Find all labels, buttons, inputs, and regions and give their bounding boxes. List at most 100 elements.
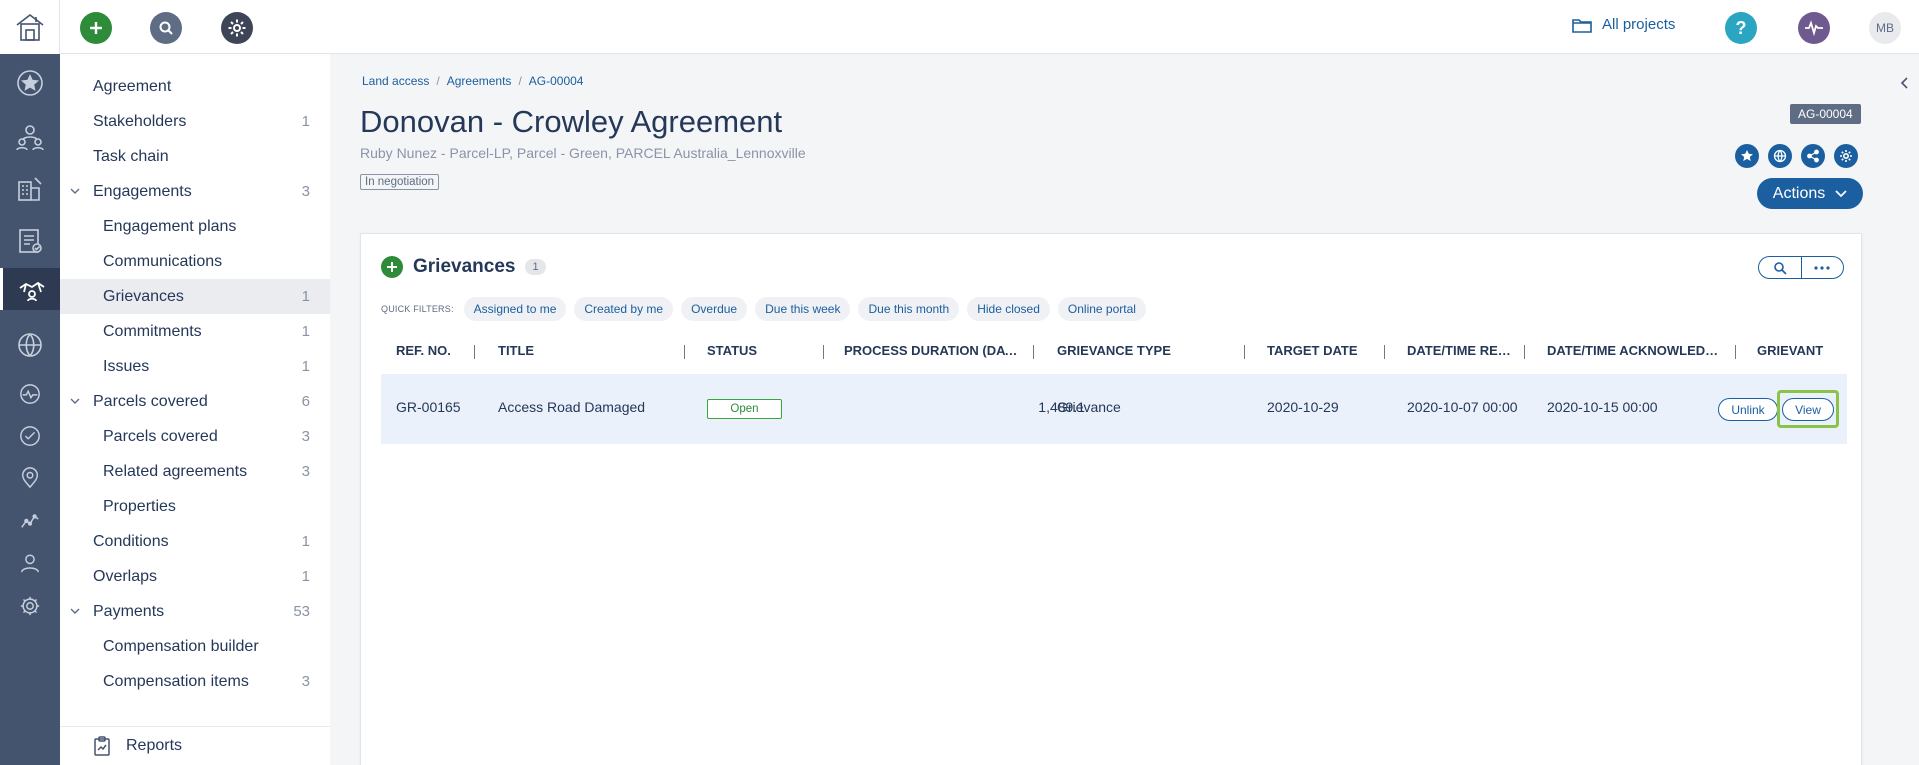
- nav-communications[interactable]: Communications: [60, 244, 330, 279]
- search-icon[interactable]: [1759, 257, 1801, 278]
- nav-agreement[interactable]: Agreement: [60, 69, 330, 104]
- chevron-down-icon: [1835, 189, 1847, 197]
- breadcrumb-current[interactable]: AG-00004: [529, 74, 584, 88]
- nav-compensation-items[interactable]: Compensation items 3: [60, 664, 330, 699]
- chevron-down-icon[interactable]: [70, 606, 80, 616]
- page-title: Donovan - Crowley Agreement: [360, 104, 783, 139]
- breadcrumb-land-access[interactable]: Land access: [362, 74, 429, 88]
- user-icon[interactable]: [0, 542, 60, 584]
- all-projects-link[interactable]: All projects: [1572, 16, 1675, 33]
- chevron-left-icon[interactable]: [1898, 76, 1912, 90]
- column-header-ref[interactable]: REF. NO.: [396, 343, 451, 363]
- chevron-down-icon[interactable]: [70, 396, 80, 406]
- add-grievance-icon[interactable]: [381, 256, 403, 278]
- nav-parcels-covered[interactable]: Parcels covered 3: [60, 419, 330, 454]
- check-circle-icon[interactable]: [0, 415, 60, 457]
- view-button-highlight: [1777, 390, 1839, 428]
- cell-target-date: 2020-10-29: [1267, 399, 1339, 415]
- globe-icon[interactable]: [0, 324, 60, 366]
- nav-issues[interactable]: Issues 1: [60, 349, 330, 384]
- nav-scroll-fade: [60, 704, 330, 724]
- grievances-title: Grievances: [413, 256, 516, 277]
- add-icon[interactable]: [80, 12, 112, 44]
- more-options-icon[interactable]: [1800, 257, 1844, 278]
- breadcrumb: Land access / Agreements / AG-00004: [362, 74, 584, 88]
- nav-compensation-builder[interactable]: Compensation builder: [60, 629, 330, 664]
- location-icon[interactable]: [0, 457, 60, 499]
- column-header-status[interactable]: STATUS: [707, 343, 807, 363]
- analytics-icon[interactable]: [0, 499, 60, 541]
- breadcrumb-agreements[interactable]: Agreements: [447, 74, 512, 88]
- nav-reports[interactable]: Reports: [60, 726, 330, 765]
- nav-engagements[interactable]: Engagements 3: [60, 174, 330, 209]
- nav-overlaps[interactable]: Overlaps 1: [60, 559, 330, 594]
- cell-received: 2020-10-07 00:00: [1407, 399, 1518, 415]
- stakeholders-icon[interactable]: [0, 116, 60, 158]
- globe-icon[interactable]: [1768, 144, 1792, 168]
- nav-task-chain[interactable]: Task chain: [60, 139, 330, 174]
- grievances-panel: Grievances 1 QUICK FILTERS: Assigned to …: [360, 233, 1862, 765]
- nav-related-agreements[interactable]: Related agreements 3: [60, 454, 330, 489]
- app-rail: [0, 0, 60, 765]
- filter-assigned-to-me[interactable]: Assigned to me: [463, 297, 567, 321]
- record-actions: [1735, 144, 1858, 168]
- cell-ref: GR-00165: [396, 399, 461, 415]
- page-subtitle: Ruby Nunez - Parcel-LP, Parcel - Green, …: [360, 145, 806, 161]
- top-bar: All projects ? MB: [60, 0, 1919, 54]
- nav-properties[interactable]: Properties: [60, 489, 330, 524]
- nav-payments[interactable]: Payments 53: [60, 594, 330, 629]
- pulse-icon[interactable]: [1798, 12, 1830, 44]
- search-icon[interactable]: [150, 12, 182, 44]
- filter-due-this-month[interactable]: Due this month: [858, 297, 960, 321]
- unlink-button[interactable]: Unlink: [1718, 398, 1778, 421]
- filter-created-by-me[interactable]: Created by me: [574, 297, 674, 321]
- cell-status-badge: Open: [707, 399, 782, 419]
- chevron-down-icon[interactable]: [70, 186, 80, 196]
- filter-overdue[interactable]: Overdue: [681, 297, 748, 321]
- status-badge: In negotiation: [360, 174, 440, 190]
- actions-button[interactable]: Actions: [1757, 178, 1863, 209]
- report-icon: [94, 736, 110, 756]
- column-header-grievant[interactable]: GRIEVANT: [1757, 343, 1847, 363]
- table-tools: [1758, 256, 1844, 279]
- filter-hide-closed[interactable]: Hide closed: [967, 297, 1050, 321]
- quick-filters: QUICK FILTERS: Assigned to me Created by…: [381, 297, 1146, 321]
- nav-grievances[interactable]: Grievances 1: [60, 279, 330, 314]
- column-header-acknowledged[interactable]: DATE/TIME ACKNOWLEDGED: [1547, 343, 1727, 363]
- column-header-received[interactable]: DATE/TIME RECEIVED: [1407, 343, 1511, 363]
- column-header-type[interactable]: GRIEVANCE TYPE: [1057, 343, 1207, 363]
- gear-icon[interactable]: [221, 12, 253, 44]
- star-icon[interactable]: [1735, 144, 1759, 168]
- favorites-icon[interactable]: [0, 62, 60, 104]
- nav-engagement-plans[interactable]: Engagement plans: [60, 209, 330, 244]
- grievances-count: 1: [525, 259, 546, 275]
- nav-conditions[interactable]: Conditions 1: [60, 524, 330, 559]
- cell-type: Grievance: [1057, 399, 1121, 415]
- help-icon[interactable]: ?: [1725, 12, 1757, 44]
- column-header-title[interactable]: TITLE: [498, 343, 648, 363]
- nav-stakeholders[interactable]: Stakeholders 1: [60, 104, 330, 139]
- column-header-target-date[interactable]: TARGET DATE: [1267, 343, 1377, 363]
- agreement-nav: Agreement Stakeholders 1 Task chain Engag…: [60, 54, 330, 765]
- reference-badge: AG-00004: [1790, 104, 1861, 124]
- activity-icon[interactable]: [0, 373, 60, 415]
- grievances-header: Grievances 1: [381, 256, 546, 278]
- quick-filters-label: QUICK FILTERS:: [381, 304, 454, 314]
- filter-online-portal[interactable]: Online portal: [1057, 297, 1146, 321]
- share-icon[interactable]: [1801, 144, 1825, 168]
- folder-icon: [1572, 18, 1592, 33]
- all-projects-label: All projects: [1602, 16, 1676, 33]
- cell-title: Access Road Damaged: [498, 399, 646, 415]
- settings-icon[interactable]: [0, 585, 60, 627]
- agreements-icon[interactable]: [0, 220, 60, 262]
- settings-gear-icon[interactable]: [1834, 144, 1858, 168]
- engagement-icon[interactable]: [0, 268, 60, 310]
- properties-icon[interactable]: [0, 168, 60, 210]
- filter-due-this-week[interactable]: Due this week: [755, 297, 851, 321]
- avatar[interactable]: MB: [1869, 12, 1901, 44]
- home-icon[interactable]: [0, 0, 60, 54]
- nav-parcels-covered-group[interactable]: Parcels covered 6: [60, 384, 330, 419]
- column-header-duration[interactable]: PROCESS DURATION (DAYS): [844, 343, 1022, 363]
- cell-acknowledged: 2020-10-15 00:00: [1547, 399, 1658, 415]
- nav-commitments[interactable]: Commitments 1: [60, 314, 330, 349]
